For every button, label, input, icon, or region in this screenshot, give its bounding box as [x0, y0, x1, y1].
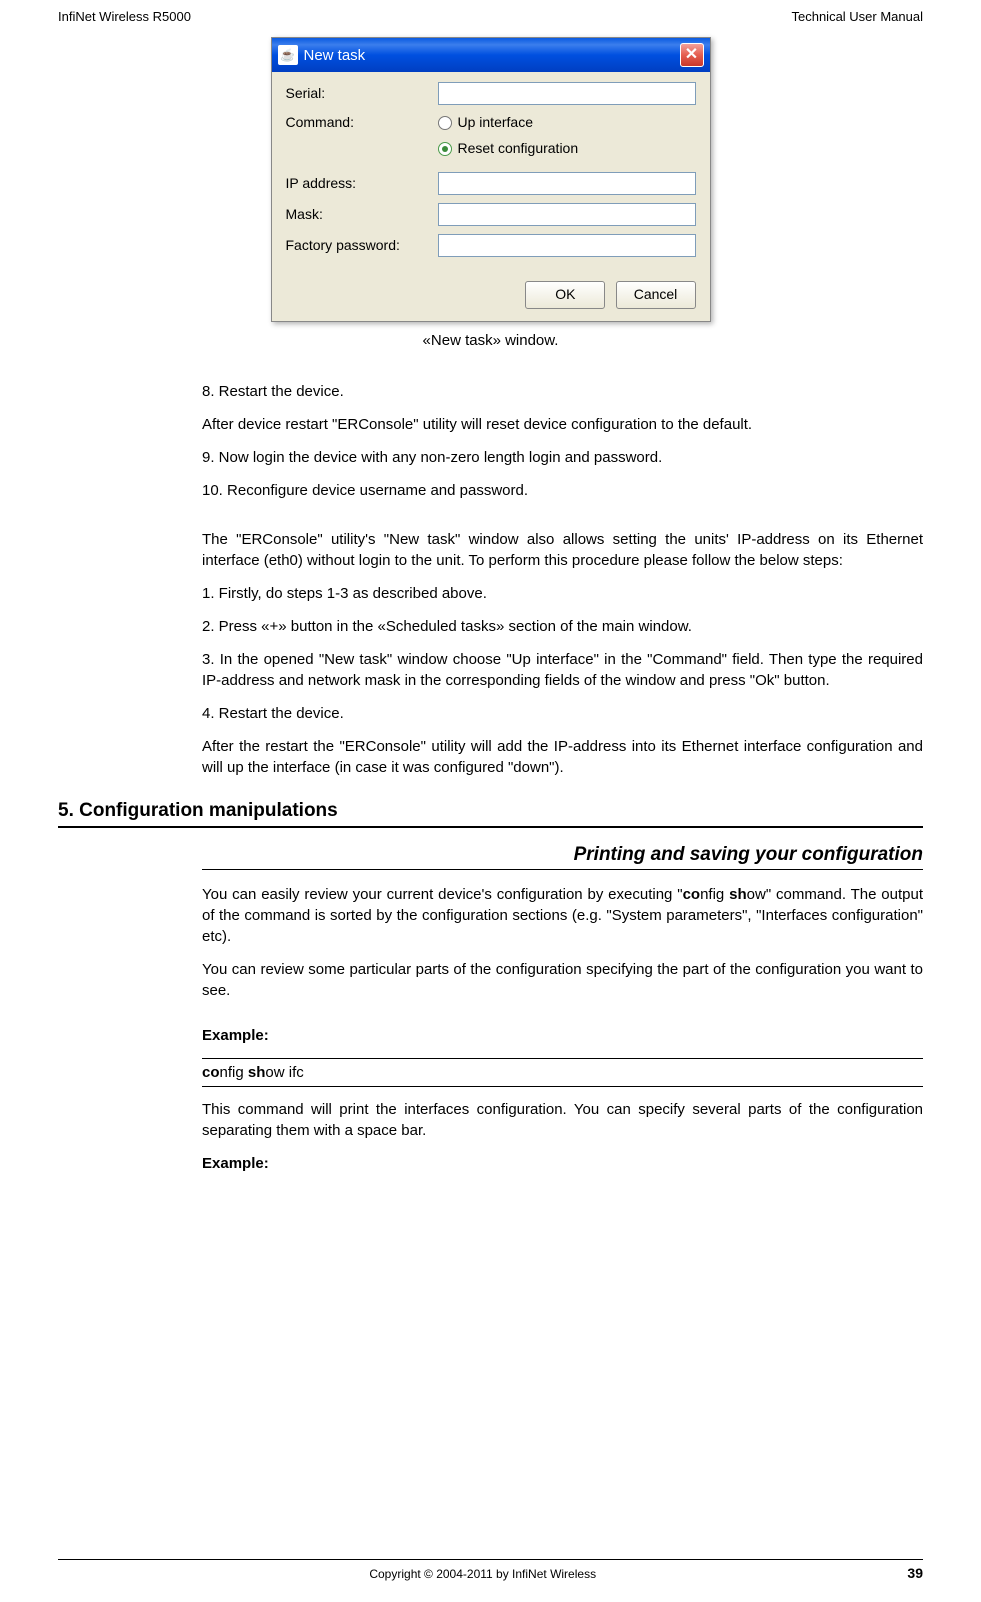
command-label: Command:: [286, 113, 438, 133]
close-icon[interactable]: ✕: [680, 43, 704, 67]
factory-pw-label: Factory password:: [286, 236, 438, 256]
para-after-restart: After device restart "ERConsole" utility…: [202, 414, 923, 435]
ip-step-4: 4. Restart the device.: [202, 703, 923, 724]
title-bar: ☕ New task ✕: [272, 38, 710, 72]
section-5-heading: 5. Configuration manipulations: [58, 798, 923, 828]
para-erconsole: The "ERConsole" utility's "New task" win…: [202, 529, 923, 571]
figure-caption: «New task» window.: [58, 330, 923, 351]
ip-step-1: 1. Firstly, do steps 1-3 as described ab…: [202, 583, 923, 604]
radio-up-label: Up interface: [458, 113, 533, 133]
header-right: Technical User Manual: [791, 8, 923, 26]
step-9: 9. Now login the device with any non-zer…: [202, 447, 923, 468]
step-8: 8. Restart the device.: [202, 381, 923, 402]
example-label-2: Example:: [202, 1153, 923, 1174]
para-config-show: You can easily review your current devic…: [202, 884, 923, 947]
step-10: 10. Reconfigure device username and pass…: [202, 480, 923, 501]
body-text: 8. Restart the device. After device rest…: [202, 381, 923, 778]
new-task-dialog: ☕ New task ✕ Serial: Command: Up interfa…: [271, 37, 711, 322]
ok-button[interactable]: OK: [525, 281, 605, 309]
ip-step-3: 3. In the opened "New task" window choos…: [202, 649, 923, 691]
copyright: Copyright © 2004-2011 by InfiNet Wireles…: [58, 1566, 907, 1583]
header-left: InfiNet Wireless R5000: [58, 8, 191, 26]
serial-input[interactable]: [438, 82, 696, 105]
para-review-parts: You can review some particular parts of …: [202, 959, 923, 1001]
factory-pw-input[interactable]: [438, 234, 696, 257]
example-label-1: Example:: [202, 1025, 923, 1046]
mask-input[interactable]: [438, 203, 696, 226]
ip-input[interactable]: [438, 172, 696, 195]
java-icon: ☕: [278, 45, 298, 65]
ip-label: IP address:: [286, 174, 438, 194]
radio-up-interface[interactable]: Up interface: [438, 113, 579, 133]
radio-reset-config[interactable]: Reset configuration: [438, 139, 579, 159]
radio-reset-label: Reset configuration: [458, 139, 579, 159]
serial-label: Serial:: [286, 84, 438, 104]
mask-label: Mask:: [286, 205, 438, 225]
para-after-restart-2: After the restart the "ERConsole" utilit…: [202, 736, 923, 778]
para-print-ifc: This command will print the interfaces c…: [202, 1099, 923, 1141]
dialog-title: New task: [304, 45, 680, 66]
code-example-1: config show ifc: [202, 1058, 923, 1087]
page-footer: Copyright © 2004-2011 by InfiNet Wireles…: [58, 1559, 923, 1584]
ip-step-2: 2. Press «+» button in the «Scheduled ta…: [202, 616, 923, 637]
page-number: 39: [907, 1564, 923, 1584]
cancel-button[interactable]: Cancel: [616, 281, 696, 309]
page-header: InfiNet Wireless R5000 Technical User Ma…: [0, 0, 981, 29]
printing-heading: Printing and saving your configuration: [202, 842, 923, 871]
